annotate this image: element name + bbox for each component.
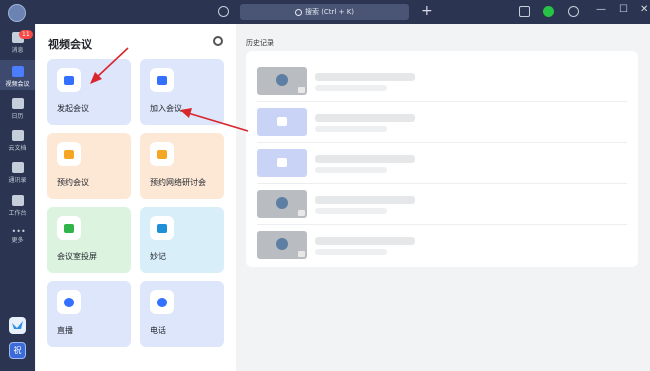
arrow-to-start-meeting [90, 47, 129, 84]
annotation-arrows [90, 47, 249, 132]
arrow-to-join-meeting [180, 108, 249, 132]
